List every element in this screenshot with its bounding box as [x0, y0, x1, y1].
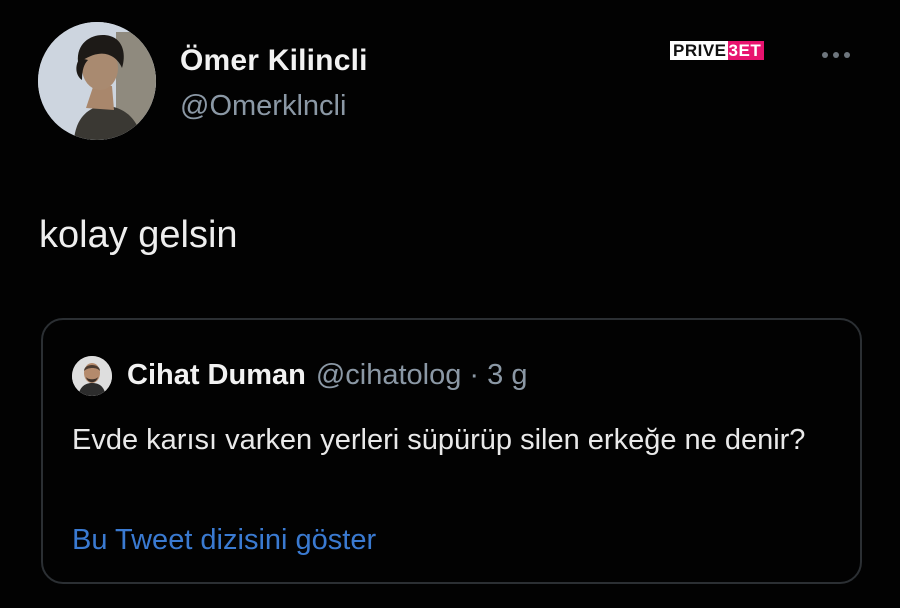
author-avatar[interactable] — [38, 22, 156, 140]
watermark-part2: 3ET — [727, 41, 765, 60]
quoted-author-avatar[interactable] — [72, 356, 112, 396]
more-dot — [833, 52, 839, 58]
quoted-tweet-card[interactable]: Cihat Duman @cihatolog · 3 g Evde karısı … — [41, 318, 862, 584]
more-dot — [822, 52, 828, 58]
quoted-author-avatar-image — [72, 356, 112, 396]
watermark-logo: PRIVE 3ET — [670, 41, 765, 60]
author-handle[interactable]: @Omerklncli — [180, 90, 346, 123]
quoted-author-meta: @cihatolog · 3 g — [315, 359, 528, 391]
quoted-author-display-name[interactable]: Cihat Duman — [127, 359, 306, 391]
watermark-part1: PRIVE — [670, 41, 728, 60]
author-avatar-image — [38, 22, 156, 140]
quoted-tweet-header: Cihat Duman @cihatolog · 3 g — [127, 359, 527, 392]
quoted-tweet-text: Evde karısı varken yerleri süpürüp silen… — [72, 424, 806, 456]
more-dot — [844, 52, 850, 58]
tweet-text: kolay gelsin — [39, 214, 238, 256]
show-thread-link[interactable]: Bu Tweet dizisini göster — [72, 524, 376, 557]
author-display-name[interactable]: Ömer Kilincli — [180, 44, 368, 78]
tweet-screen: Ömer Kilincli @Omerklncli PRIVE 3ET kolay… — [0, 0, 900, 608]
more-horizontal-icon[interactable] — [822, 52, 850, 58]
